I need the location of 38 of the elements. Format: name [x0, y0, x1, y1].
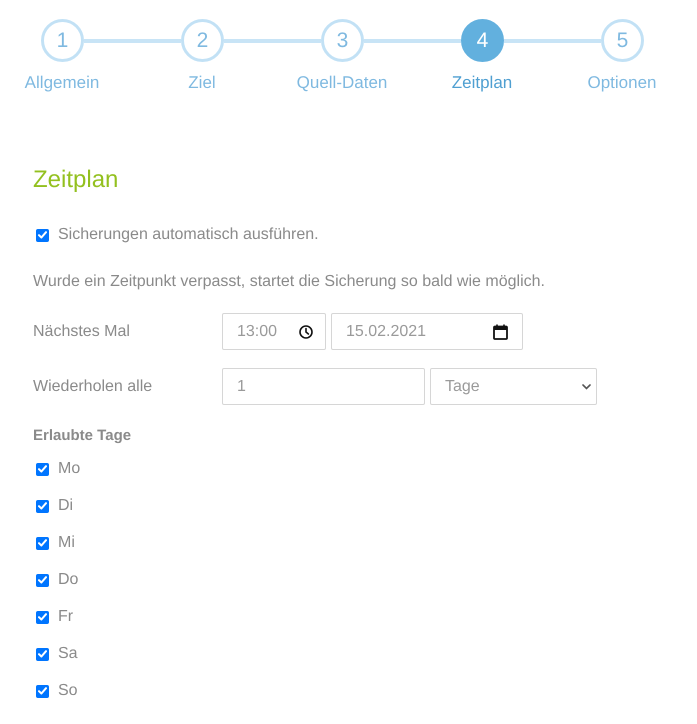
checkbox[interactable]	[36, 574, 49, 586]
field-label: Wiederholen alle	[33, 378, 152, 394]
checkbox[interactable]	[36, 228, 49, 242]
info-text: Wurde ein Zeitpunkt verpasst, startet die Sicherung so bald wie möglich.	[33, 272, 545, 292]
step-circle[interactable]: 1	[41, 19, 84, 62]
number-field[interactable]: 1	[222, 368, 425, 405]
checkbox[interactable]	[36, 648, 49, 660]
step-label: Allgemein	[24, 73, 100, 93]
checkbox-label: Fr	[58, 607, 74, 627]
checkbox-label: Mi	[58, 533, 75, 553]
step-circle[interactable]: 4	[461, 19, 504, 62]
field-label: Nächstes Mal	[33, 322, 130, 340]
checkbox[interactable]	[36, 536, 49, 550]
clock-icon	[299, 324, 313, 338]
step-label: Optionen	[588, 73, 656, 93]
checkbox[interactable]	[36, 500, 49, 512]
checkbox-label: Mo	[58, 459, 80, 479]
checkbox[interactable]	[36, 610, 49, 624]
time-field[interactable]: 13:00	[222, 313, 326, 350]
step-label: Ziel	[188, 73, 216, 93]
checkbox-label: So	[58, 681, 78, 701]
step-label: Quell-Daten	[296, 73, 388, 93]
checkbox[interactable]	[36, 684, 49, 698]
subheading: Erlaubte Tage	[33, 426, 132, 446]
section-heading: Zeitplan	[33, 166, 118, 194]
step-label: Zeitplan	[452, 73, 512, 93]
unit-dropdown[interactable]: Tage	[430, 368, 597, 405]
checkbox-label: Do	[58, 570, 78, 590]
checkbox-label: Di	[58, 496, 74, 516]
calendar-icon	[493, 324, 508, 340]
checkbox-label: Sa	[58, 644, 78, 664]
step-circle[interactable]: 2	[181, 19, 224, 62]
checkbox[interactable]	[36, 462, 49, 476]
step-circle[interactable]: 5	[601, 19, 644, 62]
chevron-down-icon	[582, 384, 591, 390]
step-circle[interactable]: 3	[321, 19, 364, 62]
date-field[interactable]: 15.02.2021	[331, 313, 523, 350]
checkbox-label: Sicherungen automatisch ausführen.	[58, 225, 319, 245]
